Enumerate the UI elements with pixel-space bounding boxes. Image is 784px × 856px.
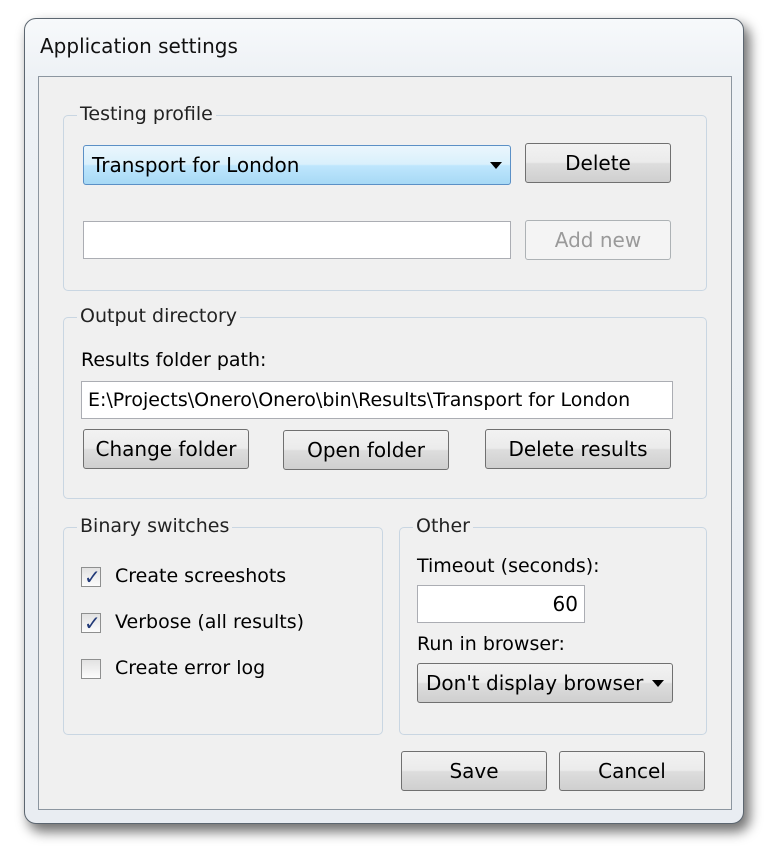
- checkbox-label: Create screeshots: [115, 565, 287, 587]
- profile-select-value: Transport for London: [92, 153, 300, 177]
- results-folder-path-input[interactable]: E:\Projects\Onero\Onero\bin\Results\Tran…: [81, 381, 673, 419]
- delete-results-button[interactable]: Delete results: [485, 429, 671, 469]
- delete-profile-button[interactable]: Delete: [525, 143, 671, 183]
- new-profile-input[interactable]: [83, 221, 511, 259]
- results-folder-path-label: Results folder path:: [81, 349, 267, 371]
- run-in-browser-label: Run in browser:: [417, 633, 565, 655]
- checkbox-box[interactable]: [81, 659, 101, 679]
- checkmark-icon: ✓: [84, 611, 101, 635]
- checkmark-icon: ✓: [84, 565, 101, 589]
- browser-select-value: Don't display browser: [426, 671, 644, 695]
- dialog-client-area: Testing profile Transport for London Del…: [38, 76, 732, 810]
- timeout-label: Timeout (seconds):: [417, 555, 600, 577]
- chevron-down-icon: [652, 680, 664, 687]
- add-new-profile-button[interactable]: Add new: [525, 220, 671, 260]
- testing-profile-legend: Testing profile: [77, 103, 216, 125]
- window-title: Application settings: [40, 34, 238, 58]
- browser-select[interactable]: Don't display browser: [417, 663, 673, 703]
- timeout-input[interactable]: 60: [417, 585, 585, 623]
- save-button[interactable]: Save: [401, 751, 547, 791]
- checkbox-label: Verbose (all results): [115, 611, 305, 633]
- output-directory-legend: Output directory: [77, 305, 241, 327]
- cancel-button[interactable]: Cancel: [559, 751, 705, 791]
- testing-profile-group: [63, 115, 707, 291]
- profile-select[interactable]: Transport for London: [83, 145, 511, 185]
- checkbox-box[interactable]: ✓: [81, 565, 101, 589]
- checkbox-label: Create error log: [115, 657, 266, 679]
- chevron-down-icon: [490, 162, 502, 169]
- binary-switches-legend: Binary switches: [77, 515, 233, 537]
- other-legend: Other: [413, 515, 473, 537]
- change-folder-button[interactable]: Change folder: [83, 429, 249, 469]
- checkbox-box[interactable]: ✓: [81, 611, 101, 635]
- open-folder-button[interactable]: Open folder: [283, 430, 449, 470]
